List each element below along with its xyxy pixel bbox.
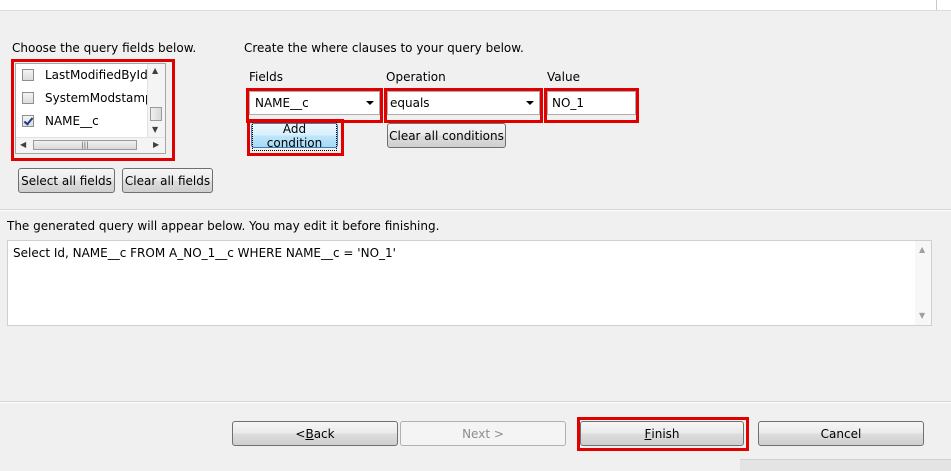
back-rest: ack: [313, 426, 335, 441]
field-item-systemmodstamp[interactable]: SystemModstamp: [22, 88, 153, 108]
scroll-up-icon[interactable]: ▲: [919, 246, 925, 254]
add-condition-button[interactable]: Add condition: [251, 120, 338, 151]
finish-mnemonic: F: [644, 426, 652, 441]
scroll-up-icon[interactable]: ▲: [152, 67, 158, 75]
query-vertical-scrollbar[interactable]: ▲ ▼: [915, 241, 931, 325]
divider-highlight: [0, 210, 951, 211]
scroll-down-icon[interactable]: ▼: [919, 312, 925, 320]
field-item-name-c[interactable]: NAME__c: [22, 111, 99, 131]
select-all-fields-button[interactable]: Select all fields: [18, 168, 115, 193]
field-item-label: LastModifiedById: [45, 68, 148, 82]
fields-listbox[interactable]: LastModifiedById SystemModstamp NAME__c …: [15, 63, 166, 154]
fields-column-label: Fields: [249, 70, 283, 84]
operation-value: equals: [390, 96, 430, 110]
scroll-down-icon[interactable]: ▼: [152, 126, 158, 134]
where-field-select[interactable]: NAME__c: [249, 91, 380, 115]
top-band-divider: [936, 0, 937, 10]
where-field-value: NAME__c: [255, 96, 309, 110]
operation-column-label: Operation: [386, 70, 446, 84]
value-column-label: Value: [547, 70, 580, 84]
query-heading: The generated query will appear below. Y…: [7, 219, 440, 233]
fields-horizontal-scrollbar[interactable]: ◀ ||| ▶: [16, 137, 165, 153]
back-prefix: <: [295, 426, 306, 441]
field-checkbox-checked[interactable]: [22, 115, 34, 127]
scroll-right-icon[interactable]: ▶: [153, 141, 159, 149]
value-input-text: NO_1: [552, 96, 585, 110]
field-item-label: NAME__c: [45, 114, 99, 128]
back-button[interactable]: < Back: [232, 421, 398, 446]
chevron-down-icon: [526, 101, 534, 105]
clear-all-fields-button[interactable]: Clear all fields: [122, 168, 213, 193]
field-item-lastmodifiedbyid[interactable]: LastModifiedById: [22, 65, 148, 85]
fields-vertical-scrollbar[interactable]: ▲ ▼: [147, 64, 165, 139]
finish-button[interactable]: Finish: [580, 421, 744, 446]
chevron-down-icon: [366, 101, 374, 105]
query-text: Select Id, NAME__c FROM A_NO_1__c WHERE …: [13, 246, 396, 260]
finish-rest: inish: [651, 426, 680, 441]
where-heading: Create the where clauses to your query b…: [244, 41, 524, 55]
scroll-thumb[interactable]: [150, 107, 162, 121]
footer-divider-highlight: [0, 402, 951, 403]
fields-heading: Choose the query fields below.: [12, 41, 197, 55]
operation-select[interactable]: equals: [387, 91, 540, 115]
value-input[interactable]: NO_1: [547, 91, 636, 115]
resize-grip: [740, 459, 951, 471]
add-condition-label: Add condition: [252, 120, 337, 151]
back-mnemonic: B: [305, 426, 314, 441]
scroll-left-icon[interactable]: ◀: [20, 141, 26, 149]
top-band: [0, 0, 951, 11]
field-checkbox[interactable]: [22, 92, 34, 104]
scroll-thumb[interactable]: |||: [33, 140, 137, 150]
field-item-label: SystemModstamp: [45, 91, 153, 105]
clear-all-conditions-button[interactable]: Clear all conditions: [387, 123, 506, 148]
field-checkbox[interactable]: [22, 69, 34, 81]
query-textarea[interactable]: Select Id, NAME__c FROM A_NO_1__c WHERE …: [7, 240, 932, 326]
next-button[interactable]: Next >: [400, 421, 566, 446]
cancel-button[interactable]: Cancel: [758, 421, 924, 446]
